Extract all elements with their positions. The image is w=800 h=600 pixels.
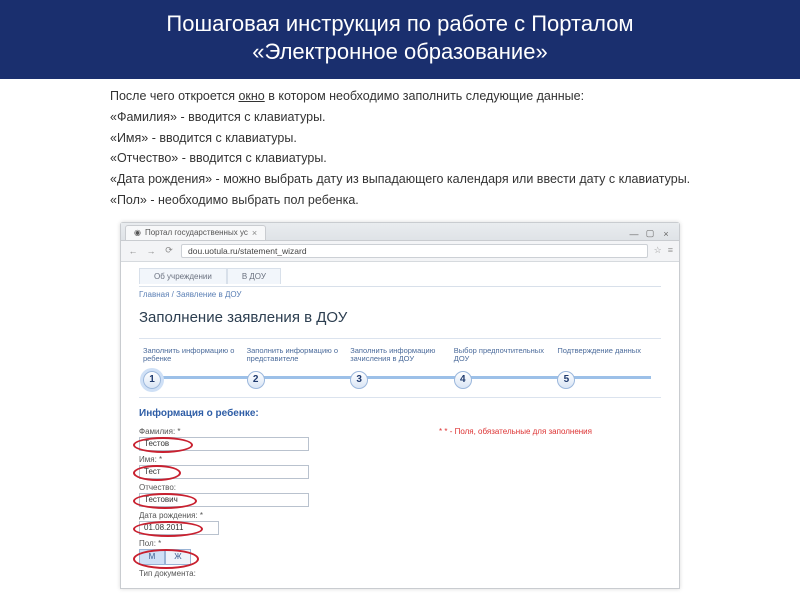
globe-icon: ◉ <box>134 228 141 237</box>
step-1-label: Заполнить информацию о ребенке <box>143 347 245 371</box>
slide-title: Пошаговая инструкция по работе с Портало… <box>0 0 800 79</box>
step-2-label: Заполнить информацию о представителе <box>247 347 349 371</box>
wizard-step-4[interactable]: Выбор предпочтительных ДОУ 4 <box>452 347 556 389</box>
gender-f-button[interactable]: Ж <box>165 549 191 565</box>
instr-patronymic: «Отчество» - вводится с клавиатуры. <box>110 149 730 168</box>
label-patronymic: Отчество: <box>139 483 661 492</box>
menu-icon[interactable]: ≡ <box>668 245 673 256</box>
instr-dob: «Дата рождения» - можно выбрать дату из … <box>110 170 730 189</box>
minimize-icon[interactable]: — <box>627 228 641 240</box>
row-patronymic: Отчество: <box>139 483 661 507</box>
input-dob[interactable] <box>139 521 219 535</box>
step-1-circle: 1 <box>143 371 161 389</box>
wizard-step-5[interactable]: Подтверждение данных 5 <box>555 347 659 389</box>
reload-icon[interactable]: ⟳ <box>163 245 175 257</box>
url-text: dou.uotula.ru/statement_wizard <box>188 246 307 256</box>
step-2-circle: 2 <box>247 371 265 389</box>
page-title: Заполнение заявления в ДОУ <box>139 309 661 326</box>
site-tab-dou[interactable]: В ДОУ <box>227 268 281 284</box>
browser-tab[interactable]: ◉ Портал государственных ус × <box>125 225 266 240</box>
step-4-label: Выбор предпочтительных ДОУ <box>454 347 556 371</box>
instr-gender: «Пол» - необходимо выбрать пол ребенка. <box>110 191 730 210</box>
site-tabs: Об учреждении В ДОУ <box>139 268 661 284</box>
step-3-circle: 3 <box>350 371 368 389</box>
forward-icon[interactable]: → <box>145 245 157 257</box>
step-4-circle: 4 <box>454 371 472 389</box>
wizard-step-2[interactable]: Заполнить информацию о представителе 2 <box>245 347 349 389</box>
label-gender: Пол: * <box>139 539 661 548</box>
browser-tabbar: ◉ Портал государственных ус × — ▢ × <box>121 223 679 241</box>
gender-toggle: М Ж <box>139 549 661 565</box>
wizard-line <box>149 376 651 379</box>
maximize-icon[interactable]: ▢ <box>643 228 657 240</box>
step-5-label: Подтверждение данных <box>557 347 659 371</box>
tab-title: Портал государственных ус <box>145 228 248 237</box>
wizard-step-3[interactable]: Заполнить информацию зачисления в ДОУ 3 <box>348 347 452 389</box>
input-patronymic[interactable] <box>139 493 309 507</box>
instr-surname: «Фамилия» - вводится с клавиатуры. <box>110 108 730 127</box>
url-field[interactable]: dou.uotula.ru/statement_wizard <box>181 244 648 258</box>
address-bar: ← → ⟳ dou.uotula.ru/statement_wizard ☆ ≡ <box>121 241 679 262</box>
close-icon[interactable]: × <box>252 228 257 238</box>
window-controls: — ▢ × <box>627 228 675 240</box>
addr-extras: ☆ ≡ <box>654 245 673 256</box>
label-name: Имя: * <box>139 455 661 464</box>
input-surname[interactable] <box>139 437 309 451</box>
title-line-2: «Электронное образование» <box>252 39 547 64</box>
title-line-1: Пошаговая инструкция по работе с Портало… <box>166 11 633 36</box>
breadcrumb[interactable]: Главная / Заявление в ДОУ <box>139 286 661 307</box>
page-content: Об учреждении В ДОУ Главная / Заявление … <box>121 262 679 588</box>
label-doc-type: Тип документа: <box>139 569 661 578</box>
close-window-icon[interactable]: × <box>659 228 673 240</box>
intro-prefix: После чего откроется <box>110 89 238 103</box>
wizard-step-1[interactable]: Заполнить информацию о ребенке 1 <box>141 347 245 389</box>
site-tab-about[interactable]: Об учреждении <box>139 268 227 284</box>
instructions-block: После чего откроется окно в котором необ… <box>0 87 800 218</box>
row-surname: Фамилия: * <box>139 427 661 451</box>
corner-decoration <box>4 6 68 54</box>
gender-m-button[interactable]: М <box>139 549 165 565</box>
row-name: Имя: * <box>139 455 661 479</box>
wizard-steps: Заполнить информацию о ребенке 1 Заполни… <box>139 338 661 398</box>
row-dob: Дата рождения: * <box>139 511 661 535</box>
instr-name: «Имя» - вводится с клавиатуры. <box>110 129 730 148</box>
row-gender: Пол: * М Ж <box>139 539 661 565</box>
section-head-child-info: Информация о ребенке: <box>139 408 661 419</box>
browser-window: ◉ Портал государственных ус × — ▢ × ← → … <box>120 222 680 589</box>
input-name[interactable] <box>139 465 309 479</box>
intro-underlined: окно <box>238 89 264 103</box>
label-dob: Дата рождения: * <box>139 511 661 520</box>
intro-suffix: в котором необходимо заполнить следующие… <box>265 89 584 103</box>
form-wrap: * * - Поля, обязательные для заполнения … <box>139 427 661 578</box>
step-5-circle: 5 <box>557 371 575 389</box>
star-icon[interactable]: ☆ <box>654 245 662 256</box>
label-surname: Фамилия: * <box>139 427 661 436</box>
step-3-label: Заполнить информацию зачисления в ДОУ <box>350 347 452 371</box>
back-icon[interactable]: ← <box>127 245 139 257</box>
